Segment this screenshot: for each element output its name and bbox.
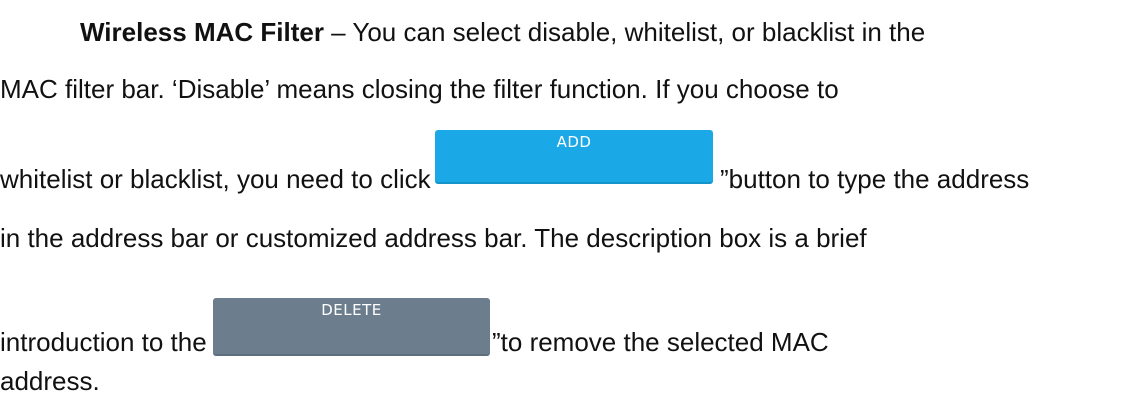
paragraph-line-3: whitelist or blacklist, you need to clic… xyxy=(0,164,447,194)
paragraph-line-1: Wireless MAC Filter – You can select dis… xyxy=(80,17,925,47)
paragraph-line-3-after: ”button to type the address xyxy=(720,164,1030,194)
delete-button[interactable]: DELETE xyxy=(213,298,490,356)
line-1-text: – You can select disable, whitelist, or … xyxy=(323,17,926,47)
section-title: Wireless MAC Filter xyxy=(80,17,324,47)
paragraph-line-2: MAC filter bar. ‘Disable’ means closing … xyxy=(0,74,839,104)
paragraph-line-6: address. xyxy=(0,366,100,396)
delete-button-label: DELETE xyxy=(321,301,382,319)
add-button-label: ADD xyxy=(556,133,592,151)
add-button[interactable]: ADD xyxy=(435,130,713,184)
paragraph-line-4: in the address bar or customized address… xyxy=(0,223,867,253)
line-3-text-before: whitelist or blacklist, you need to clic… xyxy=(0,164,447,194)
paragraph-line-5-after: ”to remove the selected MAC xyxy=(492,327,829,357)
